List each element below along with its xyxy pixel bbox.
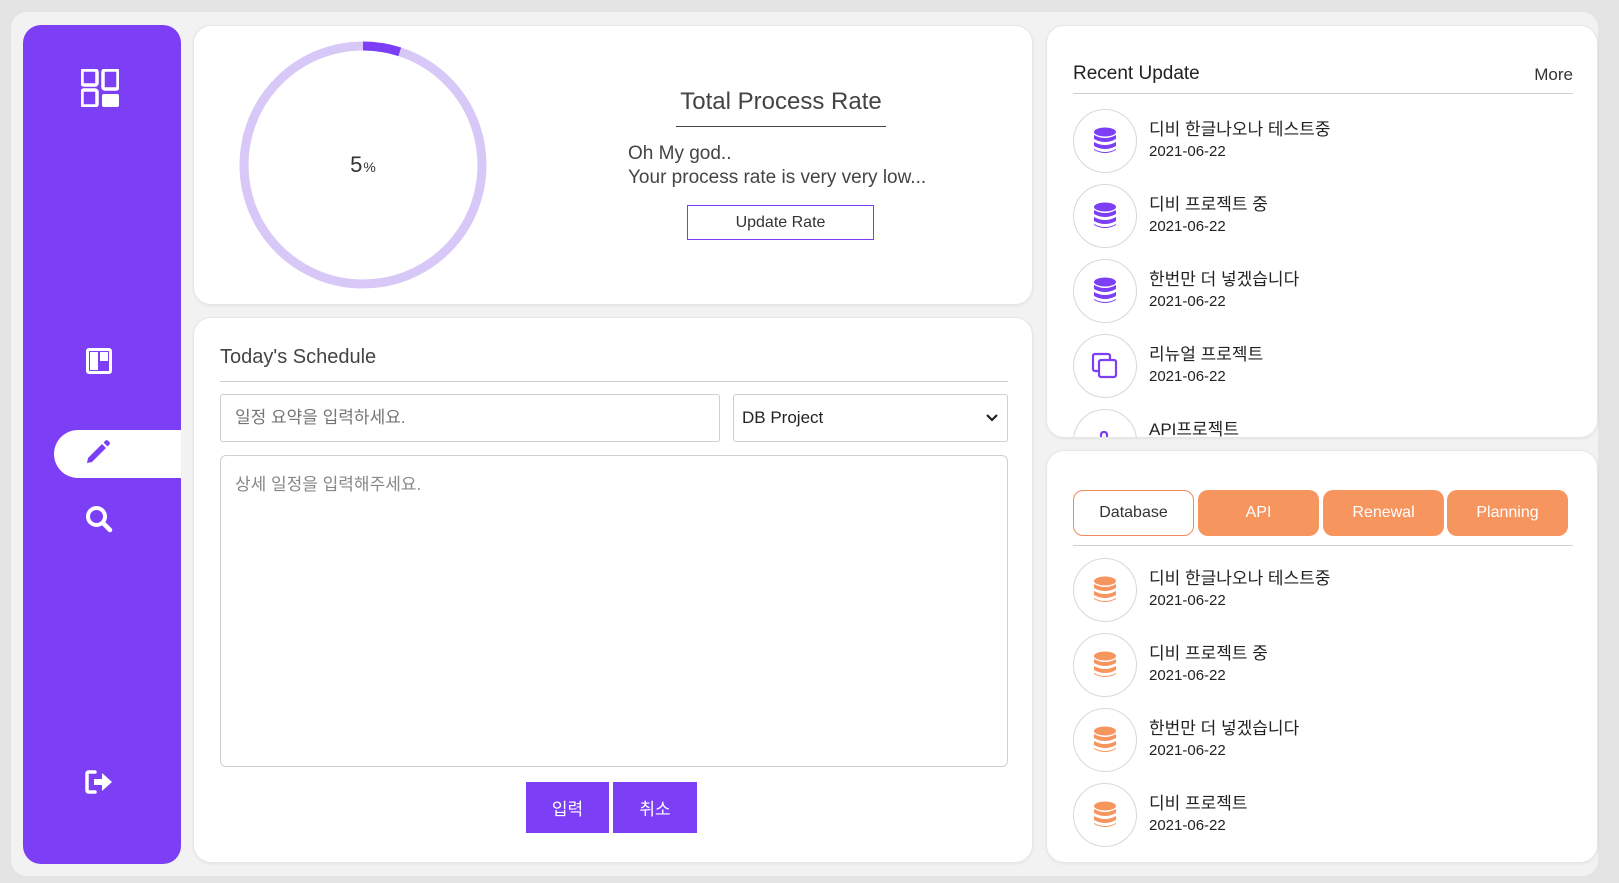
item-date: 2021-06-22 xyxy=(1149,592,1226,609)
search-icon[interactable] xyxy=(84,504,114,534)
item-date: 2021-06-22 xyxy=(1149,817,1226,834)
more-link[interactable]: More xyxy=(1534,65,1573,85)
api-icon xyxy=(1073,409,1137,437)
item-title: 디비 한글나오나 테스트중 xyxy=(1149,569,1331,588)
item-title: 디비 한글나오나 테스트중 xyxy=(1149,120,1331,139)
database-icon xyxy=(1073,184,1137,248)
database-icon xyxy=(1073,558,1137,622)
tab-api[interactable]: API xyxy=(1198,490,1319,536)
item-date: 2021-06-22 xyxy=(1149,143,1226,160)
item-title: 디비 프로젝트 xyxy=(1149,794,1248,813)
project-select[interactable]: DB Project xyxy=(733,394,1008,442)
update-rate-button[interactable]: Update Rate xyxy=(687,205,874,240)
item-title: API프로젝트 xyxy=(1149,420,1239,438)
item-date: 2021-06-22 xyxy=(1149,293,1226,310)
sidebar xyxy=(23,25,181,864)
list-item[interactable]: API프로젝트 xyxy=(1073,409,1553,438)
list-item[interactable]: 디비 프로젝트 중 2021-06-22 xyxy=(1073,633,1553,697)
schedule-summary-input[interactable] xyxy=(220,394,720,442)
copy-icon xyxy=(1073,334,1137,398)
schedule-detail-textarea[interactable]: 상세 일정을 입력해주세요. xyxy=(220,455,1008,767)
tab-renewal[interactable]: Renewal xyxy=(1323,490,1444,536)
pencil-icon xyxy=(85,439,111,470)
database-icon xyxy=(1073,783,1137,847)
item-title: 디비 프로젝트 중 xyxy=(1149,644,1268,663)
item-title: 리뉴얼 프로젝트 xyxy=(1149,345,1264,364)
progress-value: 5% xyxy=(238,40,488,290)
cancel-button[interactable]: 취소 xyxy=(613,782,697,833)
list-item[interactable]: 리뉴얼 프로젝트 2021-06-22 xyxy=(1073,334,1553,398)
database-icon xyxy=(1073,708,1137,772)
project-select-value: DB Project xyxy=(742,408,824,427)
tab-database[interactable]: Database xyxy=(1073,490,1194,536)
process-rate-card: 5% Total Process Rate Oh My god.. Your p… xyxy=(193,25,1033,305)
item-title: 디비 프로젝트 중 xyxy=(1149,195,1268,214)
list-item[interactable]: 디비 프로젝트 2021-06-22 xyxy=(1073,783,1553,847)
category-tabs: Database API Renewal Planning xyxy=(1073,490,1573,546)
database-icon xyxy=(1073,259,1137,323)
dashboard-icon[interactable] xyxy=(80,68,120,108)
list-item[interactable]: 디비 한글나오나 테스트중 2021-06-22 xyxy=(1073,558,1553,622)
schedule-title: Today's Schedule xyxy=(220,346,1008,382)
process-message-line1: Oh My god.. xyxy=(628,143,732,164)
list-item[interactable]: 디비 한글나오나 테스트중 2021-06-22 xyxy=(1073,109,1553,173)
recent-update-title: Recent Update xyxy=(1073,63,1200,84)
item-date: 2021-06-22 xyxy=(1149,667,1226,684)
schedule-card: Today's Schedule DB Project 상세 일정을 입력해주세… xyxy=(193,317,1033,863)
schedule-detail-placeholder: 상세 일정을 입력해주세요. xyxy=(235,475,422,494)
submit-button[interactable]: 입력 xyxy=(526,782,609,833)
recent-update-card: Recent Update More 디비 한글나오나 테스트중 2021-06… xyxy=(1046,25,1598,438)
item-title: 한번만 더 넣겠습니다 xyxy=(1149,719,1300,738)
item-date: 2021-06-22 xyxy=(1149,742,1226,759)
process-message: Oh My god.. Your process rate is very ve… xyxy=(628,142,926,190)
progress-unit: % xyxy=(363,159,376,175)
category-card: Database API Renewal Planning 디비 한글나오나 테… xyxy=(1046,450,1598,863)
database-icon xyxy=(1073,633,1137,697)
list-item[interactable]: 한번만 더 넣겠습니다 2021-06-22 xyxy=(1073,259,1553,323)
recent-update-header: Recent Update More xyxy=(1073,63,1573,94)
item-title: 한번만 더 넣겠습니다 xyxy=(1149,270,1300,289)
progress-ring: 5% xyxy=(238,40,488,290)
database-icon xyxy=(1073,109,1137,173)
list-item[interactable]: 디비 프로젝트 중 2021-06-22 xyxy=(1073,184,1553,248)
process-message-line2: Your process rate is very very low... xyxy=(628,167,927,188)
progress-number: 5 xyxy=(350,152,363,177)
chevron-down-icon xyxy=(985,408,999,428)
logout-icon[interactable] xyxy=(84,768,114,796)
process-title: Total Process Rate xyxy=(676,88,886,127)
sidebar-item-edit[interactable] xyxy=(54,430,181,478)
item-date: 2021-06-22 xyxy=(1149,218,1226,235)
item-date: 2021-06-22 xyxy=(1149,368,1226,385)
tab-planning[interactable]: Planning xyxy=(1447,490,1568,536)
board-icon[interactable] xyxy=(85,347,113,375)
list-item[interactable]: 한번만 더 넣겠습니다 2021-06-22 xyxy=(1073,708,1553,772)
